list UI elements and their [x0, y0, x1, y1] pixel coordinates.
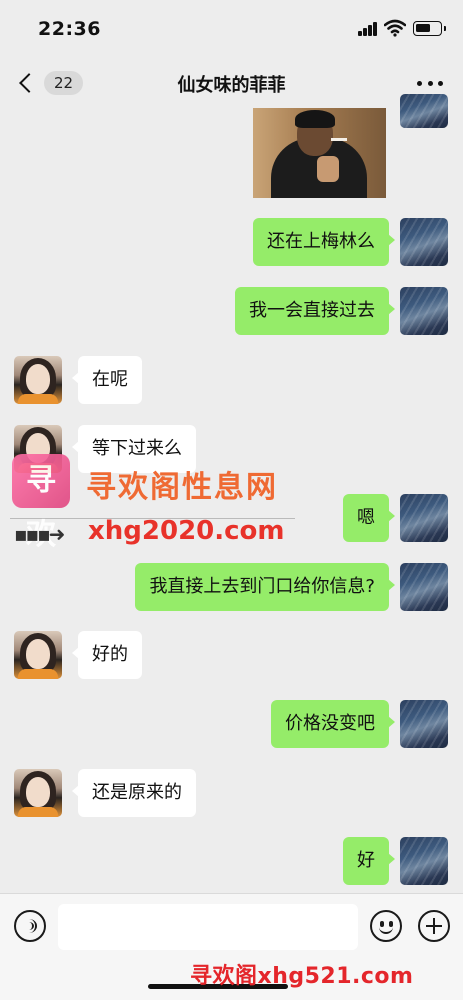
watermark-divider	[10, 518, 295, 519]
message-bubble[interactable]: 好	[343, 837, 395, 885]
chat-nav-bar: 22 仙女味的菲菲	[0, 58, 463, 108]
self-avatar[interactable]	[400, 494, 448, 542]
message-input[interactable]	[58, 904, 358, 950]
self-avatar[interactable]	[400, 218, 448, 266]
self-avatar[interactable]	[400, 563, 448, 611]
self-avatar[interactable]	[400, 94, 448, 128]
chat-title: 仙女味的菲菲	[177, 75, 286, 96]
contact-avatar[interactable]	[14, 356, 62, 404]
footer-watermark: 寻欢阁xhg521.com	[190, 964, 414, 989]
watermark-url: xhg2020.com	[88, 516, 285, 546]
self-avatar[interactable]	[400, 837, 448, 885]
status-bar: 22:36	[0, 0, 463, 58]
arrow-icon: ▪▪▪➜	[14, 522, 65, 546]
self-avatar[interactable]	[400, 287, 448, 335]
message-bubble[interactable]: 还在上梅林么	[253, 218, 395, 266]
message-bubble[interactable]: 等下过来么	[72, 425, 196, 473]
message-bubble[interactable]: 我直接上去到门口给你信息?	[135, 563, 395, 611]
voice-icon[interactable]	[14, 910, 46, 942]
emoji-icon[interactable]	[370, 910, 402, 942]
message-bubble[interactable]: 我一会直接过去	[235, 287, 395, 335]
image-message[interactable]	[253, 108, 386, 198]
message-bubble[interactable]: 价格没变吧	[271, 700, 395, 748]
signal-icon	[358, 22, 378, 36]
battery-icon	[413, 21, 446, 36]
message-bubble[interactable]: 在呢	[72, 356, 142, 404]
self-avatar[interactable]	[400, 700, 448, 748]
status-time: 22:36	[38, 18, 101, 40]
more-button[interactable]	[417, 70, 443, 96]
contact-avatar[interactable]	[14, 631, 62, 679]
plus-icon[interactable]	[418, 910, 450, 942]
message-bubble[interactable]: 还是原来的	[72, 769, 196, 817]
more-dots-icon	[417, 80, 422, 86]
message-bubble[interactable]: 好的	[72, 631, 142, 679]
contact-avatar[interactable]	[14, 769, 62, 817]
contact-avatar[interactable]	[14, 425, 62, 473]
message-bubble[interactable]: 嗯	[343, 494, 395, 542]
wifi-icon	[384, 19, 406, 37]
